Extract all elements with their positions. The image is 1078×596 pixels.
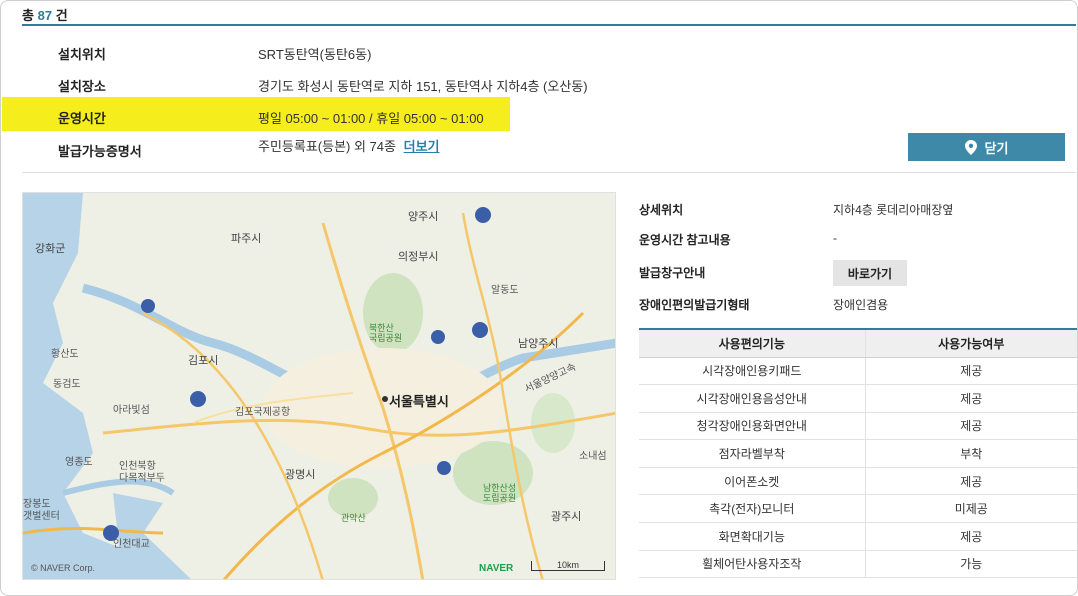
map-label-donggeom: 동검도 <box>53 379 81 390</box>
table-row: 이어폰소켓 제공 <box>639 467 1077 496</box>
map-label-albong: 알동도 <box>491 285 519 296</box>
hours-note-label: 운영시간 참고내용 <box>639 233 731 247</box>
detail-row-hours-note: 운영시간 참고내용 - <box>639 231 1077 251</box>
feature-name: 화면확대기능 <box>639 522 866 551</box>
total-prefix: 총 <box>22 8 34 23</box>
feature-availability: 제공 <box>865 384 1077 413</box>
feature-availability: 제공 <box>865 467 1077 496</box>
map-label-uijeongbu: 의정부시 <box>398 251 439 263</box>
more-link[interactable]: 더보기 <box>404 139 440 154</box>
disabled-type-label: 장애인편의발급기형태 <box>639 298 750 312</box>
table-row: 청각장애인용화면안내 제공 <box>639 412 1077 441</box>
map-label-seoul: 서울특별시 <box>389 394 449 409</box>
table-row: 시각장애인용키패드 제공 <box>639 357 1077 386</box>
map-label-gwangju: 광주시 <box>551 511 582 523</box>
total-number: 87 <box>37 8 53 23</box>
map-label-hwangsan: 황산도 <box>51 349 79 360</box>
detail-row-disabled: 장애인편의발급기형태 장애인겸용 <box>639 296 1077 316</box>
location-value: SRT동탄역(동탄6동) <box>258 47 372 62</box>
map-label-gwangmyeong: 광명시 <box>285 469 316 481</box>
feature-availability: 가능 <box>865 550 1077 579</box>
hours-value: 평일 05:00 ~ 01:00 / 휴일 05:00 ~ 01:00 <box>258 111 484 126</box>
info-row-hours: 운영시간 평일 05:00 ~ 01:00 / 휴일 05:00 ~ 01:00 <box>0 102 1078 130</box>
map-label-bukhansan: 북한산 국립공원 <box>369 323 403 344</box>
feature-name: 휠체어탄사용자조작 <box>639 550 866 579</box>
feature-name: 시각장애인용음성안내 <box>639 384 866 413</box>
certs-label: 발급가능증명서 <box>58 144 142 159</box>
detail-location-value: 지하4층 롯데리아매장옆 <box>833 203 954 217</box>
map-view[interactable]: 양주시 강화군 파주시 의정부시 남양주시 김포시 서울특별시 황산도 동검도 … <box>22 192 616 580</box>
feature-header-function: 사용편의기능 <box>639 328 866 358</box>
table-row: 시각장애인용음성안내 제공 <box>639 384 1077 413</box>
detail-row-location: 상세위치 지하4층 롯데리아매장옆 <box>639 201 1077 221</box>
certs-value-wrap: 주민등록표(등본) 외 74종 더보기 <box>258 136 440 155</box>
map-label-soraesan: 소내섬 <box>579 451 607 462</box>
map-label-yangju: 양주시 <box>408 211 439 223</box>
close-button[interactable]: 닫기 <box>908 133 1065 161</box>
map-label-incheon-bridge: 인천대교 <box>113 539 150 550</box>
map-label-gwanaksan: 관악산 <box>341 513 366 523</box>
feature-header-availability: 사용가능여부 <box>865 328 1077 358</box>
goto-button[interactable]: 바로가기 <box>833 260 907 286</box>
map-copyright: © NAVER Corp. <box>31 563 95 573</box>
map-label-incheon-bukhang: 인천북항 다목적부두 <box>119 461 165 484</box>
feature-table: 사용편의기능 사용가능여부 시각장애인용키패드 제공 시각장애인용음성안내 제공… <box>639 328 1077 579</box>
feature-availability: 미제공 <box>865 494 1077 524</box>
map-scale: 10km <box>531 561 605 571</box>
disabled-type-value: 장애인겸용 <box>833 298 889 312</box>
feature-availability: 제공 <box>865 357 1077 386</box>
info-row-place: 설치장소 경기도 화성시 동탄역로 지하 151, 동탄역사 지하4층 (오산동… <box>0 70 1078 98</box>
hours-label: 운영시간 <box>58 111 106 126</box>
table-row: 촉각(전자)모니터 미제공 <box>639 494 1077 524</box>
map-label-ara: 아라빛섬 <box>113 405 150 416</box>
map-label-ganghwa: 강화군 <box>35 243 66 255</box>
map-label-namhansanseong: 남한산성 도립공원 <box>483 483 517 504</box>
total-count: 총 87 건 <box>22 5 68 24</box>
feature-name: 청각장애인용화면안내 <box>639 412 866 441</box>
map-label-paju: 파주시 <box>231 233 262 245</box>
table-row: 점자라벨부착 부착 <box>639 439 1077 468</box>
place-value: 경기도 화성시 동탄역로 지하 151, 동탄역사 지하4층 (오산동) <box>258 79 588 94</box>
feature-table-header: 사용편의기능 사용가능여부 <box>639 328 1077 358</box>
feature-availability: 제공 <box>865 522 1077 551</box>
window-label: 발급창구안내 <box>639 266 706 280</box>
feature-name: 촉각(전자)모니터 <box>639 494 866 524</box>
map-label-namyangju: 남양주시 <box>518 338 559 350</box>
naver-logo: NAVER <box>479 563 514 574</box>
header-divider <box>22 24 1076 26</box>
table-row: 화면확대기능 제공 <box>639 522 1077 551</box>
feature-name: 시각장애인용키패드 <box>639 357 866 386</box>
close-button-label: 닫기 <box>984 140 1009 156</box>
place-label: 설치장소 <box>58 79 106 94</box>
hours-note-value: - <box>833 231 837 245</box>
feature-availability: 부착 <box>865 439 1077 468</box>
map-label-jangbong: 장봉도 갯벌센터 <box>23 499 60 522</box>
section-divider <box>22 172 1076 173</box>
certs-value: 주민등록표(등본) 외 74종 <box>258 139 396 154</box>
feature-availability: 제공 <box>865 412 1077 441</box>
location-pin-icon <box>964 139 977 155</box>
map-label-gimpo: 김포시 <box>188 355 219 367</box>
feature-name: 이어폰소켓 <box>639 467 866 496</box>
location-label: 설치위치 <box>58 47 106 62</box>
feature-name: 점자라벨부착 <box>639 439 866 468</box>
total-suffix: 건 <box>55 8 68 23</box>
map-label-gimpo-airport: 김포국제공항 <box>235 407 291 418</box>
map-label-yeongjong: 영종도 <box>65 457 93 468</box>
table-row: 휠체어탄사용자조작 가능 <box>639 550 1077 579</box>
detail-location-label: 상세위치 <box>639 203 684 217</box>
info-row-location: 설치위치 SRT동탄역(동탄6동) <box>0 38 1078 66</box>
